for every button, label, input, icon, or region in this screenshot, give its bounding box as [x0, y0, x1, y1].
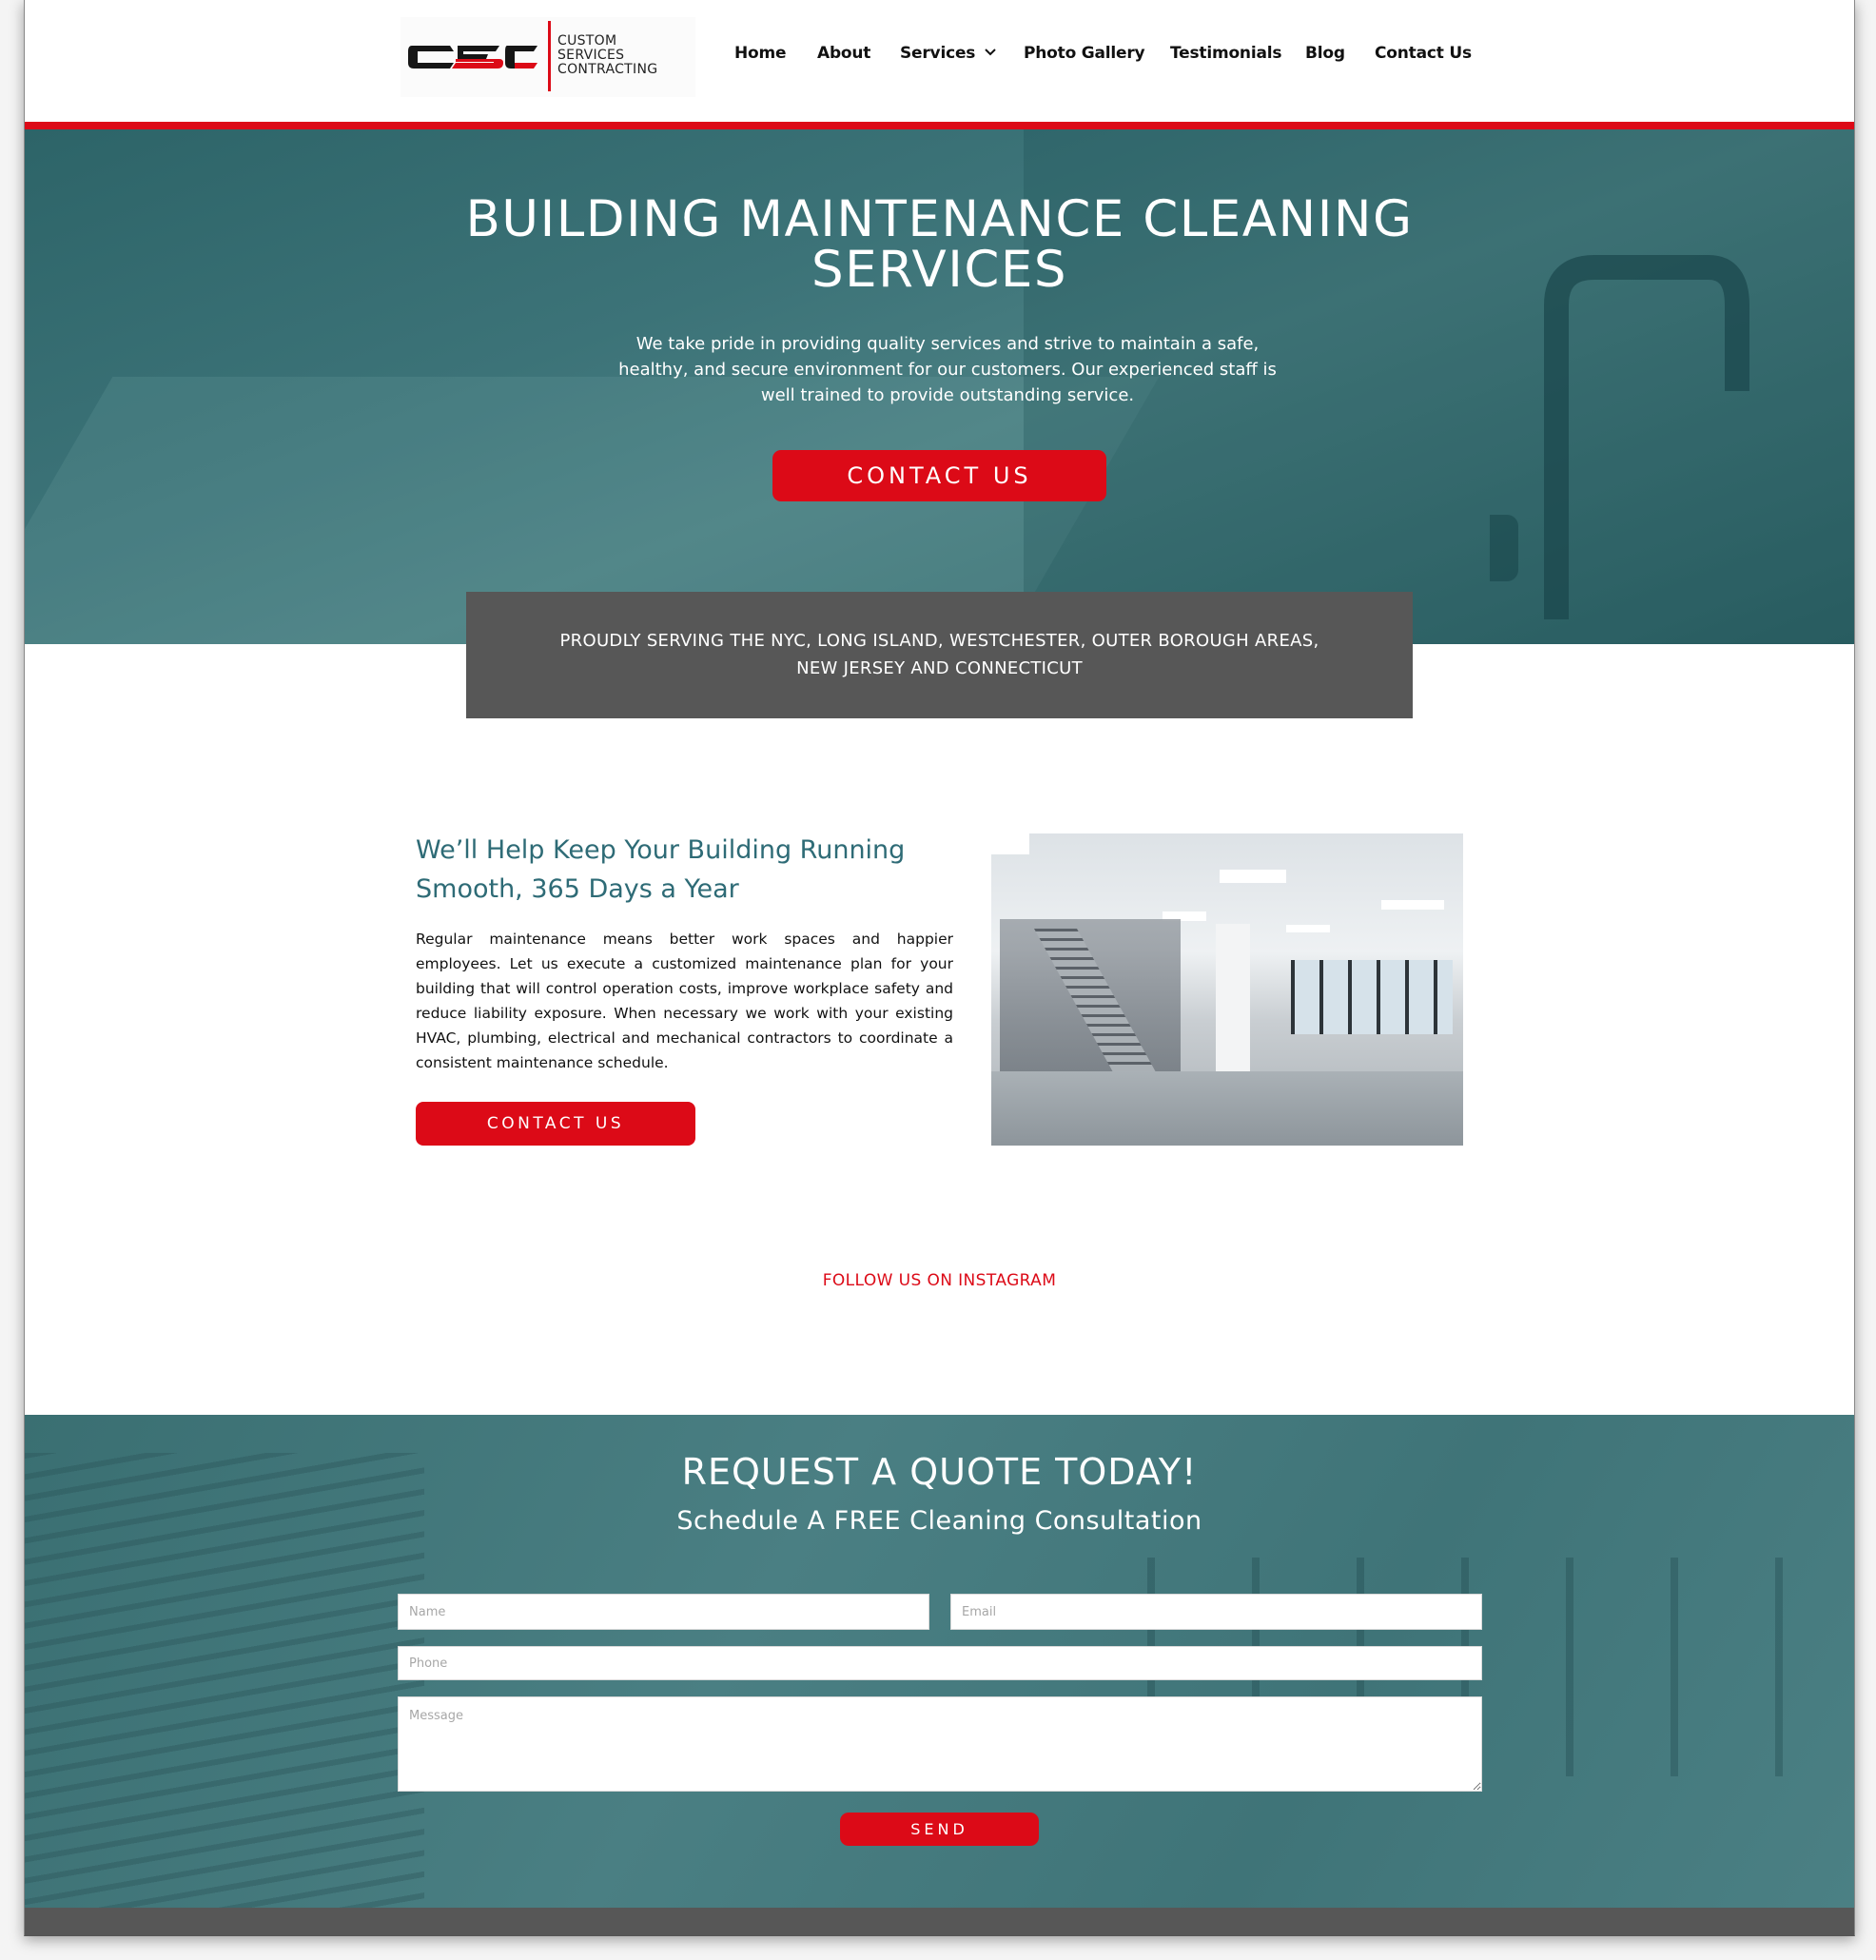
- name-field[interactable]: [398, 1594, 929, 1630]
- ceiling-light: [1286, 925, 1330, 932]
- instagram-link[interactable]: FOLLOW US ON INSTAGRAM: [25, 1271, 1854, 1290]
- hero-title-line: BUILDING MAINTENANCE CLEANING: [465, 190, 1414, 248]
- about-body: Regular maintenance means better work sp…: [416, 931, 953, 1071]
- chevron-down-icon: [985, 49, 996, 56]
- nav-contact-us[interactable]: Contact Us: [1375, 44, 1472, 63]
- service-area-line: PROUDLY SERVING THE NYC, LONG ISLAND, WE…: [559, 631, 1319, 651]
- footer-bar: [25, 1908, 1854, 1935]
- page: CUSTOM SERVICES CONTRACTING Home About S…: [24, 0, 1855, 1936]
- nav-about[interactable]: About: [817, 44, 870, 63]
- ceiling-light: [1381, 900, 1444, 910]
- window-wall: [1291, 960, 1453, 1034]
- office-interior-image: [991, 833, 1463, 1146]
- nav-home[interactable]: Home: [734, 44, 787, 63]
- message-field[interactable]: [398, 1696, 1482, 1792]
- about-heading: We’ll Help Keep Your Building Running Sm…: [416, 835, 906, 904]
- hero-section: BUILDING MAINTENANCE CLEANING SERVICES W…: [25, 129, 1854, 644]
- nav-services[interactable]: Services: [900, 44, 996, 63]
- send-button[interactable]: SEND: [840, 1813, 1039, 1846]
- hero-contact-button[interactable]: CONTACT US: [772, 450, 1106, 501]
- hero-title-line: SERVICES: [811, 241, 1068, 299]
- email-field[interactable]: [950, 1594, 1482, 1630]
- nav-services-label: Services: [900, 44, 976, 63]
- quote-section: REQUEST A QUOTE TODAY! Schedule A FREE C…: [25, 1415, 1854, 1908]
- nav-blog[interactable]: Blog: [1305, 44, 1345, 63]
- header-accent-bar: [25, 122, 1854, 129]
- ceiling-light: [1220, 870, 1286, 883]
- service-area-banner: PROUDLY SERVING THE NYC, LONG ISLAND, WE…: [466, 592, 1413, 718]
- quote-title: REQUEST A QUOTE TODAY!: [681, 1451, 1198, 1493]
- hero-paragraph: We take pride in providing quality servi…: [618, 334, 1277, 405]
- phone-field[interactable]: [398, 1646, 1482, 1680]
- site-header: CUSTOM SERVICES CONTRACTING Home About S…: [25, 0, 1854, 122]
- polished-floor: [991, 1071, 1463, 1146]
- ceiling-light: [991, 833, 1029, 854]
- hero-title: BUILDING MAINTENANCE CLEANING SERVICES: [25, 194, 1854, 295]
- quote-subtitle: Schedule A FREE Cleaning Consultation: [676, 1506, 1202, 1536]
- main-nav: Home About Services Photo Gallery Testim…: [25, 44, 1854, 69]
- service-area-line: NEW JERSEY AND CONNECTICUT: [796, 658, 1083, 678]
- nav-photo-gallery[interactable]: Photo Gallery: [1024, 44, 1145, 63]
- about-contact-button[interactable]: CONTACT US: [416, 1102, 695, 1146]
- pillar: [1216, 924, 1250, 1071]
- nav-testimonials[interactable]: Testimonials: [1170, 44, 1281, 63]
